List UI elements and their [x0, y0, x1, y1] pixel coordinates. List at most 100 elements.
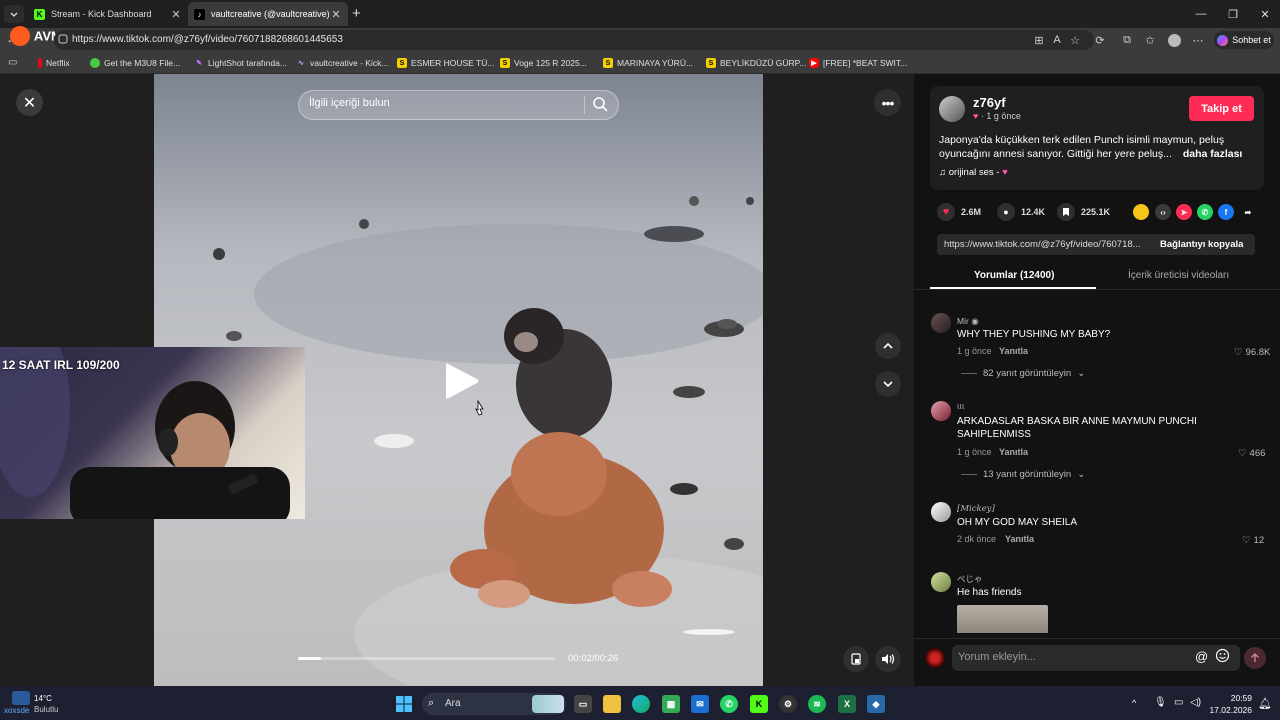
new-tab-icon[interactable]: +	[352, 5, 361, 22]
tab-kick-dashboard[interactable]: K Stream - Kick Dashboard ✕	[28, 2, 188, 26]
play-button[interactable]	[443, 360, 481, 402]
commenter-avatar[interactable]	[931, 401, 951, 421]
close-tab-icon[interactable]: ✕	[170, 8, 182, 21]
comment-stat[interactable]: ● 12.4K	[997, 203, 1045, 221]
excel-icon[interactable]: X	[838, 695, 856, 713]
tab-tiktok[interactable]: ♪ vaultcreative (@vaultcreative) | Tik ✕	[188, 2, 348, 26]
progress-bar[interactable]	[298, 657, 555, 660]
speaker-icon[interactable]: ◁)	[1190, 697, 1201, 708]
maximize-icon[interactable]: ❐	[1218, 4, 1248, 24]
sound-link[interactable]: ♫ orijinal ses - ♥	[939, 167, 1008, 178]
bookmark-icon[interactable]	[1057, 203, 1075, 221]
bookmark-esmer[interactable]: S ESMER HOUSE TÜ...	[397, 56, 494, 70]
bookmark-voge[interactable]: S Voge 125 R 2025...	[500, 56, 587, 70]
reading-list-icon[interactable]: ▭	[8, 57, 17, 68]
volume-button[interactable]	[875, 646, 901, 672]
weather-icon[interactable]	[12, 691, 30, 705]
commenter-name[interactable]: ベじゃ	[957, 573, 983, 585]
bookmark-lightshot[interactable]: ✎ LightShot tarafında...	[194, 56, 287, 70]
bookmark-netflix[interactable]: Netflix	[38, 56, 70, 70]
task-view-icon[interactable]: ▭	[574, 695, 592, 713]
next-video-button[interactable]	[875, 371, 901, 397]
reply-button[interactable]: Yanıtla	[999, 346, 1028, 356]
url-text[interactable]: https://www.tiktok.com/@z76yf/video/7607…	[72, 34, 343, 45]
favorite-icon[interactable]: ☆	[1068, 33, 1082, 47]
repost-icon[interactable]	[1133, 204, 1149, 220]
commenter-name[interactable]: Mir ◉	[957, 316, 979, 327]
bookmark-m3u8[interactable]: Get the M3U8 File...	[90, 56, 180, 70]
file-explorer-icon[interactable]	[603, 695, 621, 713]
copilot-chat-button[interactable]: Sohbet et	[1214, 31, 1274, 49]
comment-image[interactable]	[957, 605, 1048, 633]
split-screen-icon[interactable]: ⧉	[1120, 33, 1134, 47]
share-icon[interactable]: ➦	[1240, 204, 1256, 220]
follow-button[interactable]: Takip et	[1189, 96, 1254, 121]
whatsapp-icon[interactable]: ✆	[1197, 204, 1213, 220]
tab-comments[interactable]: Yorumlar (12400)	[974, 270, 1054, 281]
author-avatar[interactable]	[939, 96, 965, 122]
clock-date[interactable]: 17.02.2026	[1208, 705, 1252, 715]
commenter-avatar[interactable]	[931, 502, 951, 522]
more-menu-icon[interactable]: ⋯	[1191, 33, 1205, 47]
tab-list-icon[interactable]	[4, 5, 24, 23]
reply-button[interactable]: Yanıtla	[999, 447, 1028, 457]
bookmark-beat[interactable]: ▶ [FREE] *BEAT SWIT...	[809, 56, 907, 70]
bookmark-beylikduzu[interactable]: S BEYLİKDÜZÜ GÜRP...	[706, 56, 806, 70]
minimize-icon[interactable]: —	[1186, 4, 1216, 24]
profile-icon[interactable]	[1167, 33, 1181, 47]
commenter-avatar[interactable]	[931, 572, 951, 592]
comment-icon[interactable]: ●	[997, 203, 1015, 221]
author-name[interactable]: z76yf	[973, 95, 1006, 110]
more-options-button[interactable]: •••	[874, 89, 901, 116]
commenter-name[interactable]: [Mickey]	[957, 504, 995, 514]
reply-button[interactable]: Yanıtla	[1005, 534, 1034, 544]
search-icon[interactable]	[592, 96, 609, 113]
microphone-icon[interactable]: 🎙︎	[1154, 697, 1167, 708]
comment-like[interactable]: ♡ 12	[1242, 535, 1264, 546]
clock-time[interactable]: 20:59	[1216, 693, 1252, 703]
tab-creator-videos[interactable]: İçerik üreticisi videoları	[1128, 270, 1229, 281]
edge-icon[interactable]	[632, 695, 650, 713]
comment-like[interactable]: ♡ 96.8K	[1234, 347, 1270, 358]
commenter-name[interactable]: ꙆꙆꙆ	[957, 403, 964, 411]
spotify-icon[interactable]: ≋	[808, 695, 826, 713]
save-stat[interactable]: 225.1K	[1057, 203, 1110, 221]
heart-icon[interactable]: ♥	[937, 203, 955, 221]
send-to-friends-icon[interactable]: ➤	[1176, 204, 1192, 220]
store-icon[interactable]: ▦	[662, 695, 680, 713]
chevron-up-icon[interactable]: ^	[1132, 698, 1136, 708]
close-tab-icon[interactable]: ✕	[330, 8, 342, 21]
site-info-icon[interactable]	[58, 34, 68, 44]
app-icon[interactable]: ◆	[867, 695, 885, 713]
apps-icon[interactable]: ⊞	[1032, 33, 1046, 47]
share-link-text[interactable]: https://www.tiktok.com/@z76yf/video/7607…	[944, 239, 1141, 250]
translate-icon[interactable]: A	[1050, 33, 1064, 47]
mention-icon[interactable]: @	[1195, 649, 1208, 664]
extensions-icon[interactable]: ⟳	[1093, 33, 1107, 47]
whatsapp-taskbar-icon[interactable]: ✆	[720, 695, 738, 713]
emoji-icon[interactable]	[1215, 648, 1230, 663]
my-avatar[interactable]	[925, 648, 945, 668]
mail-icon[interactable]: ✉	[691, 695, 709, 713]
more-link[interactable]: daha fazlası	[1183, 148, 1243, 160]
network-icon[interactable]: ▭	[1174, 697, 1183, 708]
floating-player-button[interactable]	[843, 646, 869, 672]
view-replies-button[interactable]: 82 yanıt görüntüleyin ⌄	[961, 368, 1085, 379]
facebook-icon[interactable]: f	[1218, 204, 1234, 220]
notifications-icon[interactable]: 🔔︎	[1258, 697, 1272, 710]
steam-icon[interactable]: ⚙	[779, 695, 797, 713]
bookmark-kick[interactable]: ∿ vaultcreative - Kick...	[296, 56, 388, 70]
favorites-bar-icon[interactable]: ✩	[1143, 33, 1157, 47]
kick-taskbar-icon[interactable]: K	[750, 695, 768, 713]
embed-icon[interactable]: ‹›	[1155, 204, 1171, 220]
windows-start-icon[interactable]	[395, 695, 413, 713]
commenter-avatar[interactable]	[931, 313, 951, 333]
close-window-icon[interactable]: ✕	[1250, 4, 1280, 24]
close-video-button[interactable]: ✕	[16, 89, 43, 116]
previous-video-button[interactable]	[875, 333, 901, 359]
copy-link-button[interactable]: Bağlantıyı kopyala	[1160, 239, 1243, 250]
comment-like[interactable]: ♡ 466	[1238, 448, 1265, 459]
send-comment-button[interactable]	[1244, 647, 1266, 669]
like-stat[interactable]: ♥ 2.6M	[937, 203, 981, 221]
view-replies-button[interactable]: 13 yanıt görüntüleyin ⌄	[961, 469, 1085, 480]
